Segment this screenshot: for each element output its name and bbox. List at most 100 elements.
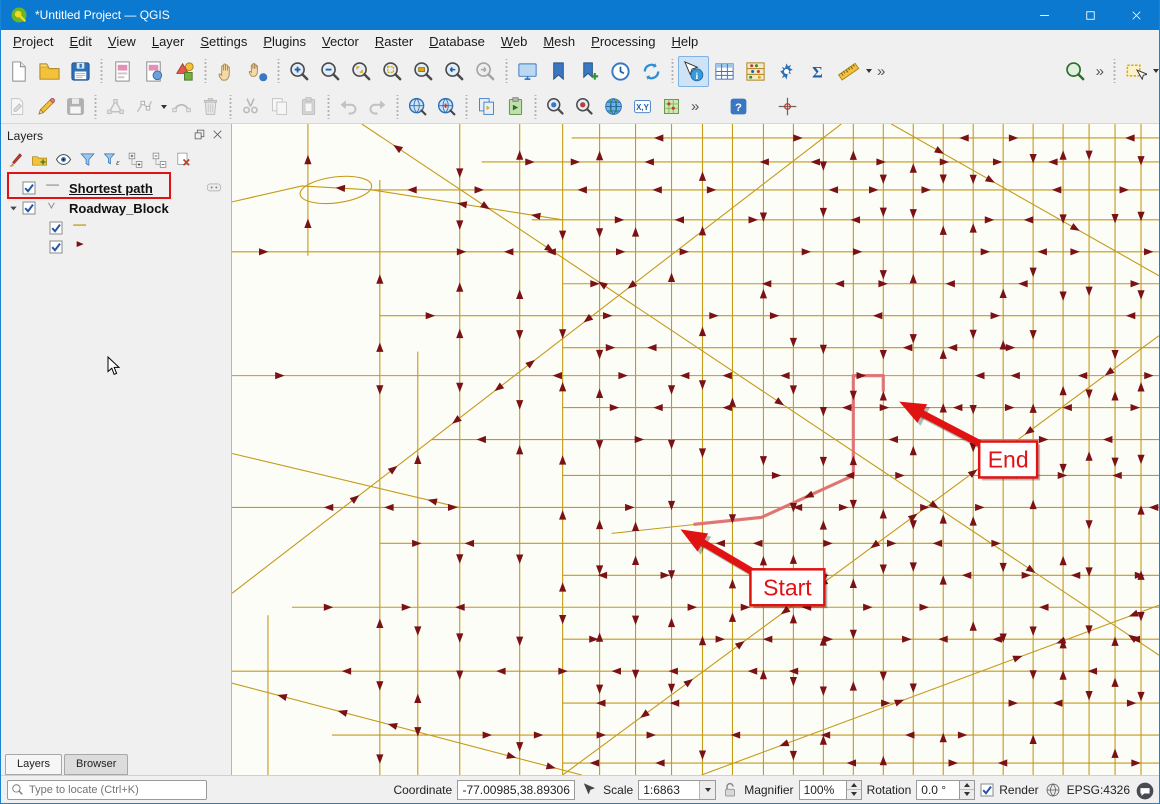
minimize-button[interactable] (1021, 0, 1067, 30)
tab-layers[interactable]: Layers (5, 754, 62, 775)
bookmark-button[interactable] (543, 56, 574, 87)
refresh-button[interactable] (636, 56, 667, 87)
current-edits-button[interactable] (3, 92, 32, 121)
collapse-all-button[interactable] (149, 149, 170, 170)
reshape-button[interactable] (167, 92, 196, 121)
manage-visibility-button[interactable] (53, 149, 74, 170)
open-project-button[interactable] (34, 56, 65, 87)
messages-icon[interactable] (1135, 781, 1153, 799)
trash-button[interactable] (196, 92, 225, 121)
layer-indicator-icon[interactable] (203, 181, 225, 195)
zoom-next-button[interactable] (470, 56, 501, 87)
rotation-down-icon[interactable] (960, 790, 974, 799)
globe-zoom1-button[interactable] (403, 92, 432, 121)
map-canvas[interactable]: StartEnd (231, 124, 1159, 775)
crs-icon[interactable] (1044, 781, 1062, 799)
processing-button[interactable] (771, 56, 802, 87)
layer-symbol-item[interactable] (1, 237, 231, 256)
menu-database[interactable]: Database (421, 32, 493, 51)
coordinate-value[interactable]: -77.00985,38.89306 (457, 780, 575, 800)
panel-close-icon[interactable] (211, 128, 226, 143)
pan-button[interactable] (211, 56, 242, 87)
mag-gear-button[interactable] (541, 92, 570, 121)
toolbar-overflow-icon[interactable]: » (1091, 63, 1109, 80)
clock-button[interactable] (605, 56, 636, 87)
style-manager-button[interactable] (169, 56, 200, 87)
menu-layer[interactable]: Layer (144, 32, 193, 51)
scale-dropdown-icon[interactable] (699, 781, 715, 799)
layer-symbol-item[interactable] (1, 218, 231, 237)
menu-help[interactable]: Help (663, 32, 706, 51)
toolbar-overflow-icon[interactable]: » (872, 63, 890, 80)
georeferencer-button[interactable] (657, 92, 686, 121)
magnifier-spinner[interactable]: 100% (799, 780, 862, 800)
scale-combo[interactable]: 1:6863 (638, 780, 716, 800)
menu-processing[interactable]: Processing (583, 32, 663, 51)
layer-checkbox[interactable] (49, 240, 63, 254)
zoom-layer-button[interactable] (408, 56, 439, 87)
expander-icon[interactable] (7, 202, 20, 215)
select-rect-button[interactable] (1120, 56, 1151, 87)
new-project-button[interactable] (3, 56, 34, 87)
copy-button[interactable] (265, 92, 294, 121)
filter-legend-button[interactable] (77, 149, 98, 170)
identify-button[interactable]: i (678, 56, 709, 87)
snapping-cross-button[interactable] (773, 92, 802, 121)
styling-dock-button[interactable] (5, 149, 26, 170)
locate-input[interactable] (27, 783, 203, 797)
globe-zoom2-button[interactable] (432, 92, 461, 121)
menu-view[interactable]: View (100, 32, 144, 51)
layer-item-roadway-block[interactable]: Roadway_Block (1, 198, 231, 218)
tab-browser[interactable]: Browser (64, 754, 128, 775)
menu-plugins[interactable]: Plugins (255, 32, 314, 51)
save-project-button[interactable] (65, 56, 96, 87)
zoom-out-button[interactable] (315, 56, 346, 87)
menu-settings[interactable]: Settings (192, 32, 255, 51)
menu-vector[interactable]: Vector (314, 32, 367, 51)
digitize-button[interactable] (101, 92, 130, 121)
magnifier-up-icon[interactable] (847, 781, 861, 791)
menu-raster[interactable]: Raster (367, 32, 421, 51)
extent-toggle-icon[interactable] (580, 781, 598, 799)
zoom-in-button[interactable] (284, 56, 315, 87)
layer-checkbox[interactable] (22, 181, 36, 195)
toggle-editing-button[interactable] (32, 92, 61, 121)
save-edits-button[interactable] (61, 92, 90, 121)
close-button[interactable] (1113, 0, 1159, 30)
remove-layer-button[interactable] (173, 149, 194, 170)
lock-icon[interactable] (721, 781, 739, 799)
expression-filter-button[interactable]: ε (101, 149, 122, 170)
xy-capture-button[interactable]: X,Y (628, 92, 657, 121)
bookmark-new-button[interactable] (574, 56, 605, 87)
zoom-full-button[interactable] (346, 56, 377, 87)
panel-float-icon[interactable] (193, 128, 208, 143)
paste-style-button[interactable] (501, 92, 530, 121)
pan-selection-button[interactable] (242, 56, 273, 87)
rotation-up-icon[interactable] (960, 781, 974, 791)
zoom-last-button[interactable] (439, 56, 470, 87)
toolbar-overflow-icon[interactable]: » (686, 98, 704, 115)
search-locator-button[interactable] (1060, 56, 1091, 87)
maximize-button[interactable] (1067, 0, 1113, 30)
zoom-selection-button[interactable] (377, 56, 408, 87)
layout-manager-button[interactable] (138, 56, 169, 87)
layer-checkbox[interactable] (49, 221, 63, 235)
layer-item-shortest-path[interactable]: Shortest path (1, 178, 231, 198)
layer-checkbox[interactable] (22, 201, 36, 215)
magnifier-down-icon[interactable] (847, 790, 861, 799)
new-layout-button[interactable] (107, 56, 138, 87)
mag-red-button[interactable] (570, 92, 599, 121)
select-rect-dropdown-icon[interactable] (1153, 69, 1159, 73)
render-checkbox[interactable] (980, 783, 994, 797)
map-view-button[interactable] (512, 56, 543, 87)
measure-button[interactable] (833, 56, 864, 87)
web-globe-button[interactable] (599, 92, 628, 121)
copy-style-button[interactable] (472, 92, 501, 121)
redo-button[interactable] (363, 92, 392, 121)
rotation-spinner[interactable]: 0.0 ° (916, 780, 975, 800)
menu-mesh[interactable]: Mesh (535, 32, 583, 51)
help-button[interactable]: ? (724, 92, 753, 121)
expand-all-button[interactable] (125, 149, 146, 170)
vertex-tool-button[interactable] (130, 92, 159, 121)
field-calculator-button[interactable] (740, 56, 771, 87)
